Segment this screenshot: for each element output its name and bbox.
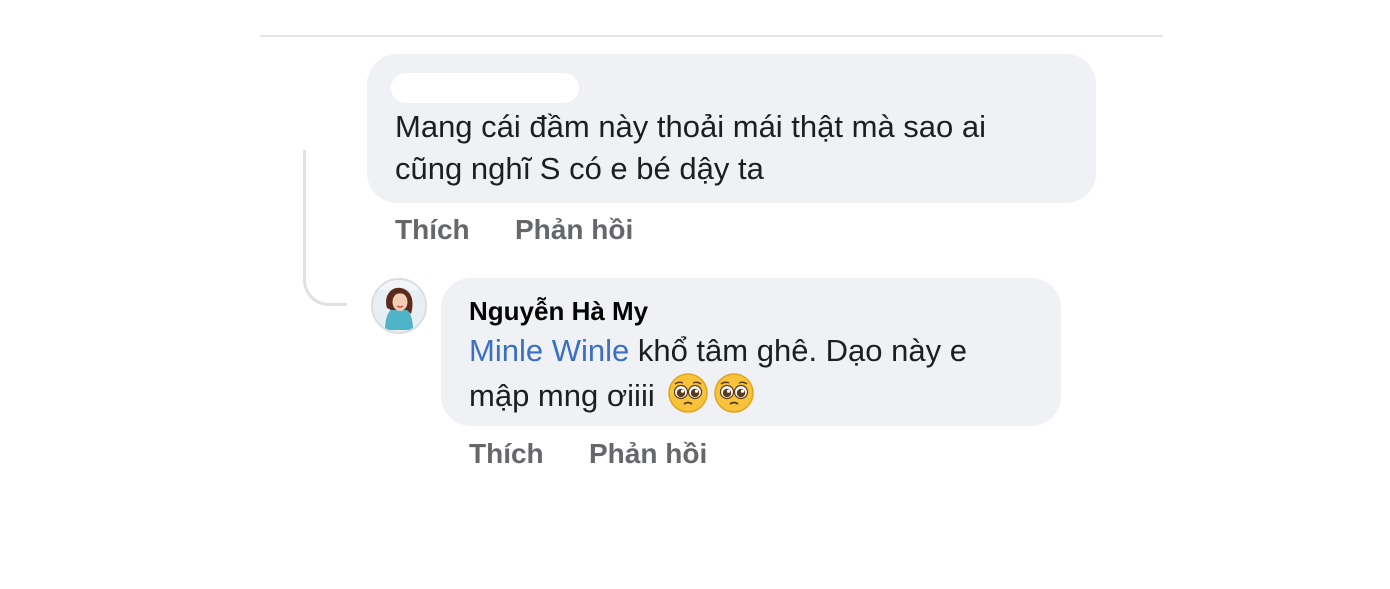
- avatar-photo: [373, 280, 425, 332]
- comment-text-line-1: Mang cái đầm này thoải mái thật mà sao a…: [395, 109, 987, 144]
- reply-text-rest: khổ tâm ghê. Dạo này e: [629, 333, 967, 368]
- like-button[interactable]: Thích: [469, 438, 544, 470]
- reply-thread-connector: [303, 150, 347, 306]
- reply-author-name[interactable]: Nguyễn Hà My: [469, 296, 648, 327]
- top-divider: [260, 35, 1163, 37]
- like-button[interactable]: Thích: [395, 214, 470, 246]
- reply-button[interactable]: Phản hồi: [589, 438, 707, 470]
- comment-text-line-2: cũng nghĩ S có e bé dậy ta: [395, 151, 764, 186]
- reply-button[interactable]: Phản hồi: [515, 214, 633, 246]
- reply-text-line-1: Minle Winle khổ tâm ghê. Dạo này e: [469, 330, 967, 372]
- pleading-face-icon: [714, 373, 755, 413]
- pleading-face-icon: [668, 373, 709, 413]
- mention-link[interactable]: Minle Winle: [469, 333, 629, 368]
- reply-text-line-2: mập mng ơiiii: [469, 372, 755, 417]
- reply-text-line-2-text: mập mng ơiiii: [469, 378, 655, 413]
- redacted-author-name: [391, 73, 579, 103]
- avatar[interactable]: [371, 278, 427, 334]
